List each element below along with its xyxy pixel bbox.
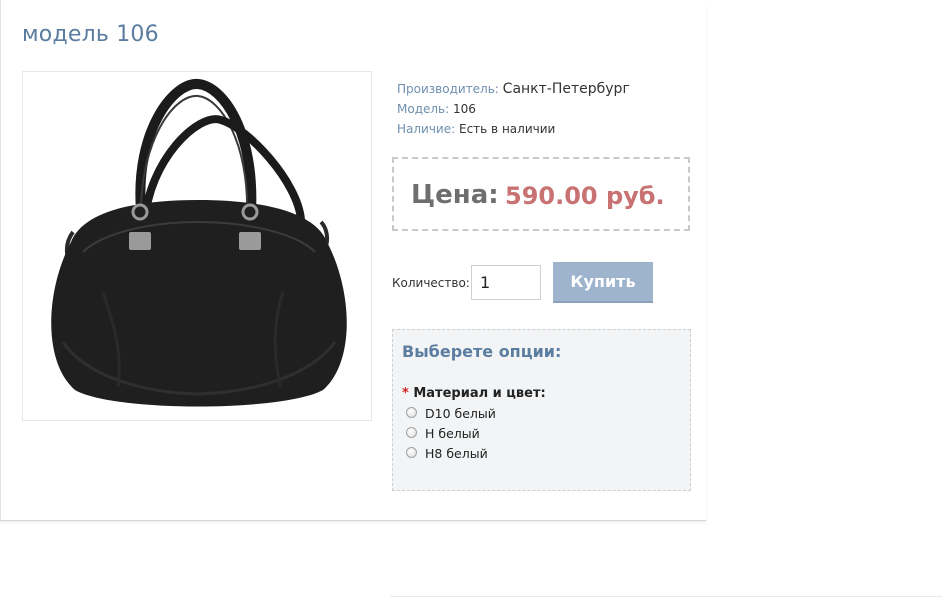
options-title: Выберете опции: [402,342,562,361]
product-image[interactable] [22,71,372,421]
radio-button[interactable] [406,446,417,458]
price-value: 590.00 руб. [505,182,665,210]
availability-row: Наличие: Есть в наличии [397,119,630,139]
model-value: 106 [453,102,476,116]
manufacturer-label: Производитель: [397,82,499,96]
model-label: Модель: [397,102,450,116]
option-group-text: Материал и цвет: [413,386,546,401]
option-label: H белый [425,426,480,441]
options-box: Выберете опции: * Материал и цвет: D10 б… [392,329,691,491]
radio-button[interactable] [406,426,417,438]
manufacturer-row: Производитель: Санкт-Петербург [397,79,630,99]
handbag-image [51,79,347,407]
option-h-white[interactable]: H белый [406,426,480,441]
option-label: H8 белый [425,446,488,461]
availability-label: Наличие: [397,122,456,136]
option-group-label: * Материал и цвет: [402,386,546,401]
manufacturer-value[interactable]: Санкт-Петербург [503,81,630,97]
availability-value: Есть в наличии [459,122,556,136]
model-row: Модель: 106 [397,99,630,119]
buy-button[interactable]: Купить [553,262,653,303]
price-label: Цена: [411,180,499,210]
radio-button[interactable] [406,406,417,418]
required-mark: * [402,386,409,401]
product-panel: модель 106 Производитель: Санкт-Петербур… [0,0,706,521]
option-d10-white[interactable]: D10 белый [406,406,496,421]
product-title: модель 106 [22,22,159,47]
product-info: Производитель: Санкт-Петербург Модель: 1… [397,79,630,139]
price-box: Цена: 590.00 руб. [392,157,690,231]
option-label: D10 белый [425,406,496,421]
divider [390,596,942,597]
quantity-input[interactable] [471,265,541,300]
option-h8-white[interactable]: H8 белый [406,446,488,461]
quantity-label: Количество: [392,276,470,290]
